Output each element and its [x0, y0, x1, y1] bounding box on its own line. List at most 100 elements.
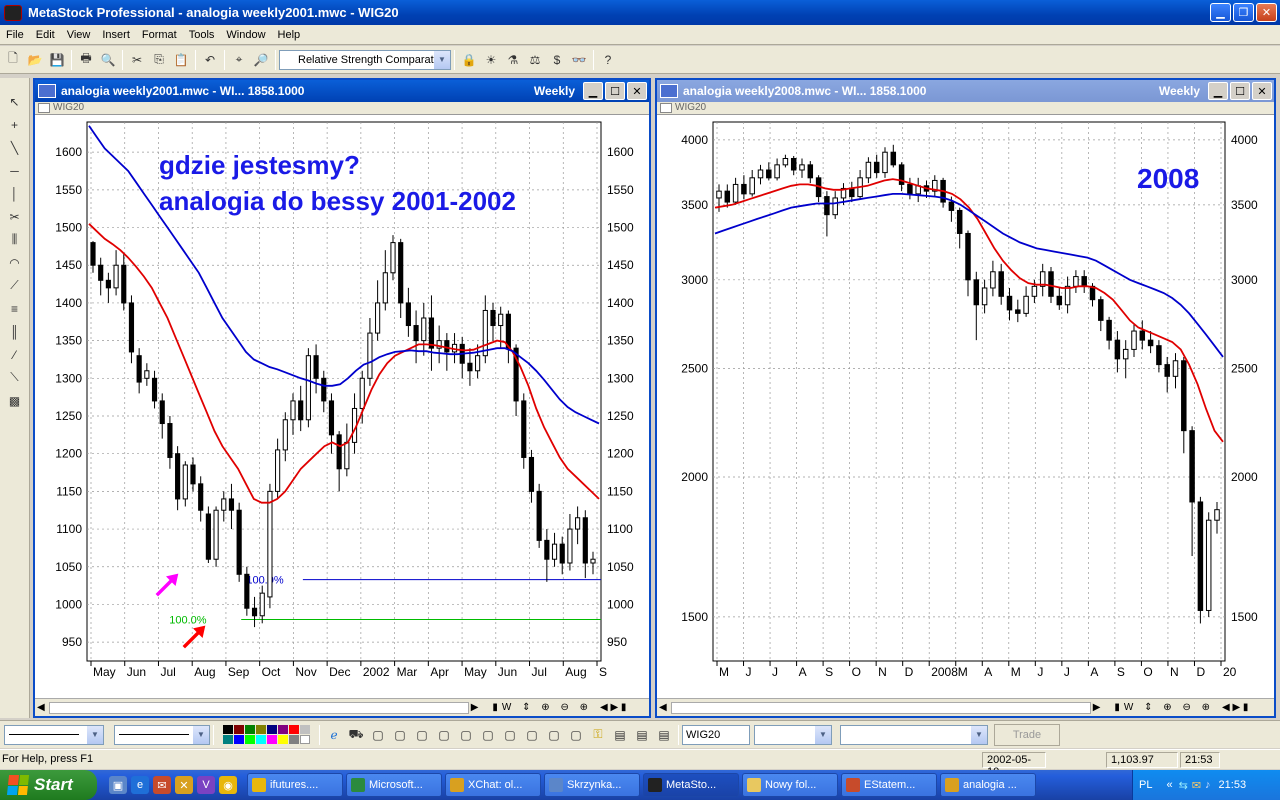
paste-icon[interactable]: 📋: [171, 50, 191, 70]
language-indicator[interactable]: PL: [1139, 779, 1152, 791]
vertical-line-icon[interactable]: │: [5, 183, 25, 204]
task-ifutures[interactable]: ifutures....: [247, 773, 343, 797]
exchange-combo[interactable]: ▼: [754, 724, 832, 745]
menu-window[interactable]: Window: [220, 29, 271, 41]
task-skrzynka[interactable]: Skrzynka...: [544, 773, 640, 797]
quote-icon[interactable]: ⛟: [346, 725, 366, 745]
page3-icon[interactable]: ▤: [654, 725, 674, 745]
task-microsoft[interactable]: Microsoft...: [346, 773, 442, 797]
new-file-icon[interactable]: 🗋: [3, 50, 23, 70]
symbol-q1-icon[interactable]: ▢: [368, 725, 388, 745]
undo-icon[interactable]: ↶: [200, 50, 220, 70]
optimizer-icon[interactable]: ⚖: [525, 50, 545, 70]
scroll-right-icon[interactable]: ▶: [471, 702, 479, 713]
chart-scrollbar[interactable]: ◀ ▶ ▮W ⇕ ⊕ ⊖ ⊕ ◀ ▶ ▮: [657, 698, 1274, 716]
cut-icon[interactable]: ✂: [127, 50, 147, 70]
task-analogia[interactable]: analogia ...: [940, 773, 1036, 797]
dollar-icon[interactable]: $: [547, 50, 567, 70]
pointer-icon[interactable]: ↖: [5, 91, 25, 112]
v-app-icon[interactable]: V: [197, 776, 215, 794]
raff-channel-icon[interactable]: ⁄: [5, 344, 25, 365]
tray-volume-icon[interactable]: ♪: [1205, 779, 1211, 791]
pattern-icon[interactable]: ▩: [5, 390, 25, 411]
internet-explorer-icon[interactable]: ℯ: [324, 725, 344, 745]
symbol-q10-icon[interactable]: ▢: [566, 725, 586, 745]
periodicity-selector-icons[interactable]: ▮W ⇕ ⊕ ⊖ ⊕: [1114, 702, 1214, 713]
explorer-icon[interactable]: 🔒: [459, 50, 479, 70]
periodicity-selector-icons[interactable]: ▮W ⇕ ⊕ ⊖ ⊕: [492, 702, 592, 713]
task-metastock[interactable]: MetaSto...: [643, 773, 739, 797]
symbol-q7-icon[interactable]: ▢: [500, 725, 520, 745]
nav-arrows-icon[interactable]: ◀ ▶ ▮: [600, 702, 626, 713]
gann-fan-icon[interactable]: ⟍: [5, 367, 25, 388]
fan-lines-icon[interactable]: ⟋: [5, 275, 25, 296]
tray-network-icon[interactable]: ⇆: [1179, 779, 1188, 792]
symbol-q9-icon[interactable]: ▢: [544, 725, 564, 745]
ie-icon[interactable]: e: [131, 776, 149, 794]
scroll-track[interactable]: [48, 701, 469, 714]
fibonacci-icon[interactable]: ≡: [5, 298, 25, 319]
cycle-lines-icon[interactable]: ⫼: [5, 229, 25, 250]
trendline-icon[interactable]: ╲: [5, 137, 25, 158]
chart-minimize-button[interactable]: ▁: [583, 82, 603, 100]
scissors-icon[interactable]: ✂: [5, 206, 25, 227]
binoculars-icon[interactable]: 👓: [569, 50, 589, 70]
chart-close-button[interactable]: ✕: [627, 82, 647, 100]
menu-tools[interactable]: Tools: [183, 29, 221, 41]
symbol-q3-icon[interactable]: ▢: [412, 725, 432, 745]
zoom-icon[interactable]: 🔎: [251, 50, 271, 70]
symbol-q4-icon[interactable]: ▢: [434, 725, 454, 745]
start-button[interactable]: Start: [0, 770, 97, 800]
page2-icon[interactable]: ▤: [632, 725, 652, 745]
account-combo[interactable]: ▼: [840, 724, 988, 745]
menu-view[interactable]: View: [61, 29, 97, 41]
chrome-quick-icon[interactable]: ◉: [219, 776, 237, 794]
indicator-combo[interactable]: Relative Strength Comparati ▼: [279, 49, 451, 70]
system-tester-icon[interactable]: ⚗: [503, 50, 523, 70]
line-weight-combo[interactable]: ▼: [114, 724, 210, 745]
copy-icon[interactable]: ⎘: [149, 50, 169, 70]
scroll-left-icon[interactable]: ◀: [37, 702, 45, 713]
task-nowy-folder[interactable]: Nowy fol...: [742, 773, 838, 797]
print-preview-icon[interactable]: 🔍: [98, 50, 118, 70]
task-estatement[interactable]: EStatem...: [841, 773, 937, 797]
key-icon[interactable]: ⚿: [588, 725, 608, 745]
trade-button[interactable]: Trade: [994, 723, 1060, 746]
minimize-button[interactable]: ▁: [1210, 3, 1231, 22]
time-zones-icon[interactable]: ║: [5, 321, 25, 342]
close-button[interactable]: ✕: [1256, 3, 1277, 22]
save-icon[interactable]: 💾: [47, 50, 67, 70]
quick-app-icon[interactable]: ✉: [153, 776, 171, 794]
menu-file[interactable]: File: [0, 29, 30, 41]
page-icon[interactable]: ▤: [610, 725, 630, 745]
symbol-q5-icon[interactable]: ▢: [456, 725, 476, 745]
price-chart-2008[interactable]: 1500 1500 2000 2000 2500 2500 3000 3000 3500 3500…: [657, 116, 1274, 681]
color-palette[interactable]: [223, 725, 310, 744]
nav-arrows-icon[interactable]: ◀ ▶ ▮: [1222, 702, 1248, 713]
menu-help[interactable]: Help: [272, 29, 307, 41]
symbol-q2-icon[interactable]: ▢: [390, 725, 410, 745]
arc-icon[interactable]: ◠: [5, 252, 25, 273]
tray-collapse-icon[interactable]: «: [1166, 779, 1172, 791]
chart-maximize-button[interactable]: ☐: [605, 82, 625, 100]
restore-button[interactable]: ❐: [1233, 3, 1254, 22]
open-folder-icon[interactable]: 📂: [25, 50, 45, 70]
scroll-track[interactable]: [670, 701, 1091, 714]
chart-close-button[interactable]: ✕: [1252, 82, 1272, 100]
symbol-q6-icon[interactable]: ▢: [478, 725, 498, 745]
expert-advisor-icon[interactable]: ☀: [481, 50, 501, 70]
tray-app-icon[interactable]: ✉: [1192, 779, 1201, 792]
crosshair-icon[interactable]: ⌖: [229, 50, 249, 70]
task-xchat[interactable]: XChat: ol...: [445, 773, 541, 797]
menu-format[interactable]: Format: [136, 29, 183, 41]
price-chart-2001[interactable]: 950 950 1000 1000 1050 1050 1100 1100 1150 1150 12…: [35, 116, 649, 681]
xchat-quick-icon[interactable]: ✕: [175, 776, 193, 794]
security-field[interactable]: WIG20: [682, 724, 750, 745]
chart-maximize-button[interactable]: ☐: [1230, 82, 1250, 100]
chart-minimize-button[interactable]: ▁: [1208, 82, 1228, 100]
symbol-q8-icon[interactable]: ▢: [522, 725, 542, 745]
print-icon[interactable]: 🖶: [76, 50, 96, 70]
crosshair-tool-icon[interactable]: +: [5, 114, 25, 135]
menu-edit[interactable]: Edit: [30, 29, 61, 41]
desktop-icon[interactable]: ▣: [109, 776, 127, 794]
